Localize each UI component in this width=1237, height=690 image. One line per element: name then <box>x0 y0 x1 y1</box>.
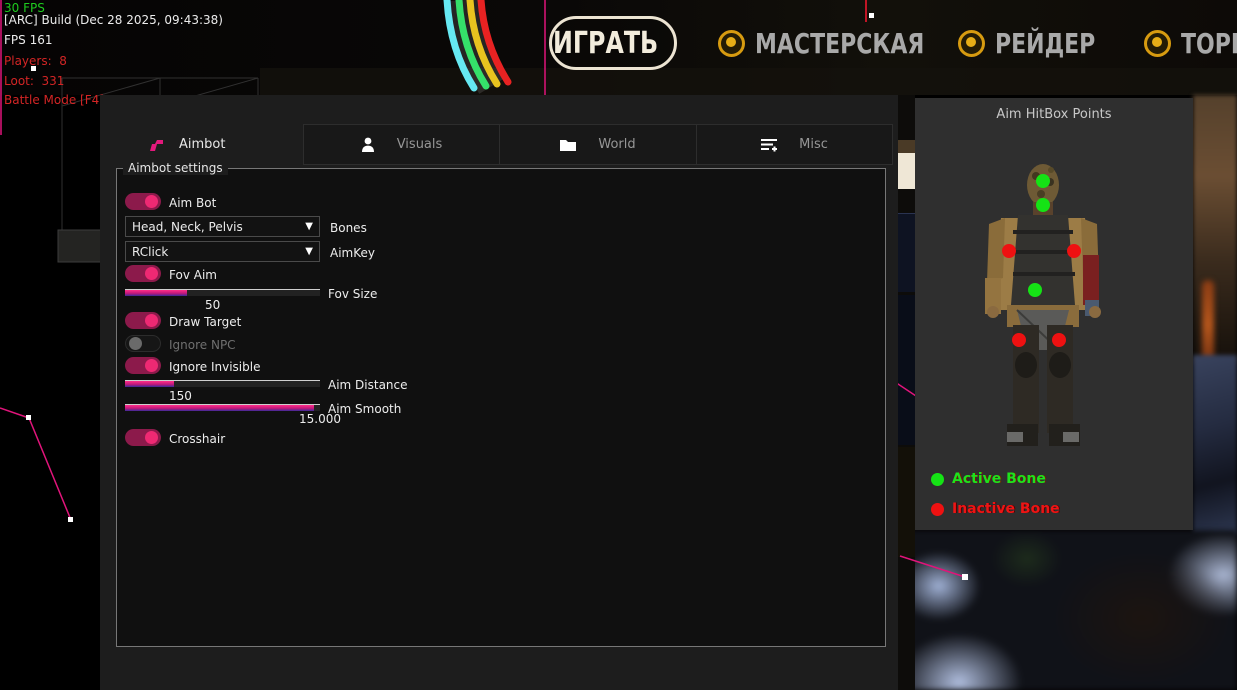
aim-smooth-slider[interactable] <box>125 404 320 411</box>
tab-misc[interactable]: Misc <box>696 124 893 165</box>
fps-counter-text: FPS 161 <box>4 30 52 50</box>
bones-dropdown-value: Head, Neck, Pelvis <box>132 220 243 234</box>
fov-aim-toggle[interactable] <box>125 265 161 282</box>
tab-visuals[interactable]: Visuals <box>303 124 500 165</box>
coin-icon <box>958 30 985 57</box>
active-bone-dot-icon <box>931 473 944 486</box>
tab-aimbot[interactable]: Aimbot <box>100 124 303 165</box>
pistol-icon <box>148 138 163 152</box>
group-title: Aimbot settings <box>123 161 228 175</box>
hitbox-point-right-hip[interactable] <box>1052 333 1066 347</box>
coin-icon <box>1144 30 1171 57</box>
hitbox-point-right-shoulder[interactable] <box>1067 244 1081 258</box>
folder-icon <box>560 138 576 151</box>
ignore-invisible-label: Ignore Invisible <box>169 360 260 374</box>
fov-size-slider[interactable] <box>125 289 320 296</box>
legend-inactive-bone: Inactive Bone <box>931 501 1060 517</box>
debug-hud: 30 FPS [ARC] Build (Dec 28 2025, 09:43:3… <box>4 0 12 140</box>
fov-size-label: Fov Size <box>328 287 377 301</box>
hitbox-point-left-hip[interactable] <box>1012 333 1026 347</box>
cheat-window: Aimbot Visuals World Misc Aimbot setting… <box>100 95 898 690</box>
coin-icon <box>718 30 745 57</box>
aim-distance-slider[interactable] <box>125 380 320 387</box>
aimkey-label: AimKey <box>330 246 375 260</box>
menu-item-label: МАСТЕРСКАЯ <box>755 27 924 59</box>
aimkey-dropdown[interactable]: RClick ▼ <box>125 241 320 262</box>
crosshair-toggle[interactable] <box>125 429 161 446</box>
legend-label: Inactive Bone <box>952 501 1060 517</box>
aimbot-settings-group: Aimbot settings Aim Bot Head, Neck, Pelv… <box>116 168 886 647</box>
hitbox-point-pelvis[interactable] <box>1028 283 1042 297</box>
tab-label: World <box>598 137 635 152</box>
bones-dropdown[interactable]: Head, Neck, Pelvis ▼ <box>125 216 320 237</box>
build-info-text: [ARC] Build (Dec 28 2025, 09:43:38) <box>4 10 223 30</box>
tab-label: Aimbot <box>179 137 225 152</box>
menu-item-workshop[interactable]: МАСТЕРСКАЯ <box>718 28 947 58</box>
draw-target-label: Draw Target <box>169 315 241 329</box>
chevron-down-icon: ▼ <box>305 221 313 232</box>
menu-item-raider[interactable]: РЕЙДЕР <box>958 28 1109 58</box>
bones-label: Bones <box>330 221 367 235</box>
loot-count-text: Loot: 331 <box>4 71 64 91</box>
menu-item-trade[interactable]: ТОРГО <box>1144 28 1237 58</box>
fov-aim-label: Fov Aim <box>169 268 217 282</box>
hitbox-panel: Aim HitBox Points Active Bone <box>915 98 1193 530</box>
tab-label: Misc <box>799 137 828 152</box>
draw-target-toggle[interactable] <box>125 312 161 329</box>
person-icon <box>361 137 375 152</box>
crosshair-label: Crosshair <box>169 432 225 446</box>
tab-world[interactable]: World <box>499 124 697 165</box>
ignore-invisible-toggle[interactable] <box>125 357 161 374</box>
hitbox-panel-title: Aim HitBox Points <box>915 107 1193 122</box>
tab-label: Visuals <box>397 137 443 152</box>
hitbox-point-left-shoulder[interactable] <box>1002 244 1016 258</box>
fov-size-value: 50 <box>205 298 220 312</box>
hitbox-point-head[interactable] <box>1036 174 1050 188</box>
aimkey-dropdown-value: RClick <box>132 245 168 259</box>
aim-smooth-label: Aim Smooth <box>328 402 401 416</box>
aim-distance-value: 150 <box>169 389 192 403</box>
legend-active-bone: Active Bone <box>931 471 1046 487</box>
chevron-down-icon: ▼ <box>305 246 313 257</box>
menu-item-label: ТОРГО <box>1181 28 1237 58</box>
ignore-npc-toggle[interactable] <box>125 335 161 352</box>
play-button[interactable]: ИГРАТЬ <box>549 16 677 70</box>
inactive-bone-dot-icon <box>931 503 944 516</box>
aim-distance-label: Aim Distance <box>328 378 408 392</box>
legend-label: Active Bone <box>952 471 1046 487</box>
aim-bot-toggle[interactable] <box>125 193 161 210</box>
filter-icon <box>761 138 777 152</box>
aim-bot-label: Aim Bot <box>169 196 216 210</box>
hitbox-point-neck[interactable] <box>1036 198 1050 212</box>
menu-item-label: РЕЙДЕР <box>995 27 1095 59</box>
play-button-label: ИГРАТЬ <box>553 26 658 61</box>
ignore-npc-label: Ignore NPC <box>169 338 236 352</box>
players-count-text: Players: 8 <box>4 51 67 71</box>
